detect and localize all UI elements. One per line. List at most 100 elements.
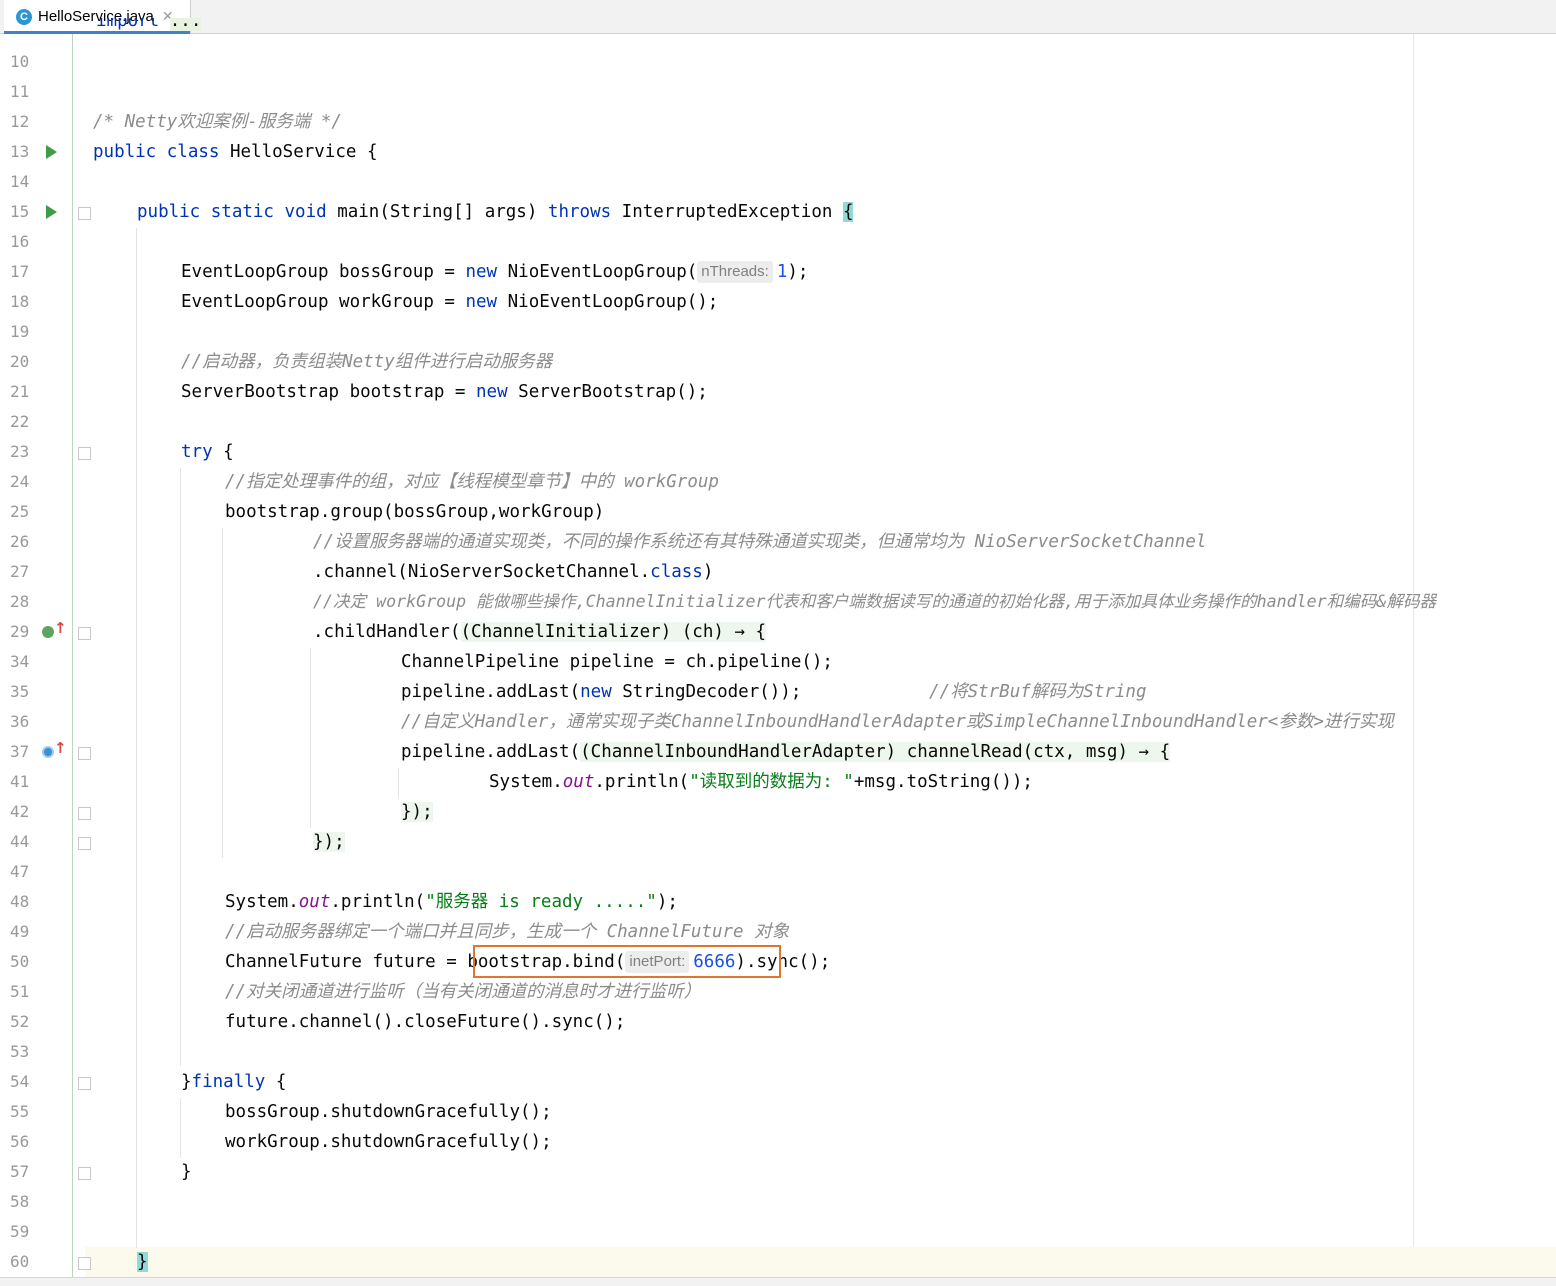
code-line: 41 System.out.println("读取到的数据为: "+msg.to… <box>0 767 1556 797</box>
code-line: 23 try { <box>0 437 1556 467</box>
line-number: 36 <box>10 712 30 731</box>
code-line: 49 //启动服务器绑定一个端口并且同步，生成一个 ChannelFuture … <box>0 917 1556 947</box>
fold-icon[interactable] <box>78 747 91 760</box>
code-line: 10 <box>0 47 1556 77</box>
code-text: }); <box>313 832 345 852</box>
arrow-up-icon[interactable]: ↑ <box>54 739 67 757</box>
line-number: 19 <box>10 322 30 341</box>
code-line: 55 bossGroup.shutdownGracefully(); <box>0 1097 1556 1127</box>
fold-icon[interactable] <box>78 447 91 460</box>
fold-icon[interactable] <box>78 1167 91 1180</box>
line-number: 10 <box>10 52 30 71</box>
code-line: 57 } <box>0 1157 1556 1187</box>
code-comment: //将StrBuf解码为String <box>929 682 1147 702</box>
code-line: 36 //自定义Handler，通常实现子类ChannelInboundHand… <box>0 707 1556 737</box>
code-line: 54 }finally { <box>0 1067 1556 1097</box>
code-line: 25 bootstrap.group(bossGroup,workGroup) <box>0 497 1556 527</box>
code-text: .childHandler((ChannelInitializer) (ch) … <box>313 622 767 642</box>
code-text: } <box>181 1162 192 1182</box>
line-number: 18 <box>10 292 30 311</box>
fold-icon[interactable] <box>78 207 91 220</box>
code-line: 22 <box>0 407 1556 437</box>
code-text: EventLoopGroup bossGroup = new NioEventL… <box>181 261 809 283</box>
line-number: 11 <box>10 82 30 101</box>
code-line: 20 //启动器，负责组装Netty组件进行启动服务器 <box>0 347 1556 377</box>
line-number: 17 <box>10 262 30 281</box>
fold-icon[interactable] <box>78 1257 91 1270</box>
code-line: 14 <box>0 167 1556 197</box>
code-text: future.channel().closeFuture().sync(); <box>225 1012 626 1032</box>
line-number: 51 <box>10 982 30 1001</box>
code-text: workGroup.shutdownGracefully(); <box>225 1132 552 1152</box>
code-line: 17 EventLoopGroup bossGroup = new NioEve… <box>0 257 1556 287</box>
code-comment: //指定处理事件的组，对应【线程模型章节】中的 workGroup <box>225 472 719 492</box>
line-number: 52 <box>10 1012 30 1031</box>
code-line: 35 pipeline.addLast(new StringDecoder())… <box>0 677 1556 707</box>
line-number: 47 <box>10 862 30 881</box>
code-text: ServerBootstrap bootstrap = new ServerBo… <box>181 382 708 402</box>
parameter-hint: nThreads: <box>697 261 773 283</box>
code-text: System.out.println("服务器 is ready .....")… <box>225 892 678 912</box>
line-number: 14 <box>10 172 30 191</box>
code-text: System.out.println("读取到的数据为: "+msg.toStr… <box>489 772 1033 792</box>
line-number: 35 <box>10 682 30 701</box>
code-comment: //设置服务器端的通道实现类，不同的操作系统还有其特殊通道实现类，但通常均为 N… <box>313 532 1207 552</box>
run-icon[interactable] <box>46 145 57 159</box>
fold-icon[interactable] <box>78 1077 91 1090</box>
code-line: 56 workGroup.shutdownGracefully(); <box>0 1127 1556 1157</box>
line-number: 49 <box>10 922 30 941</box>
arrow-up-icon[interactable]: ↑ <box>54 619 67 637</box>
line-number: 20 <box>10 352 30 371</box>
code-line: 51 //对关闭通道进行监听（当有关闭通道的消息时才进行监听） <box>0 977 1556 1007</box>
line-number: 42 <box>10 802 30 821</box>
code-text: try { <box>181 442 234 462</box>
code-line: 60 } <box>0 1247 1556 1277</box>
line-number: 23 <box>10 442 30 461</box>
code-line: 37 ↑ pipeline.addLast((ChannelInboundHan… <box>0 737 1556 767</box>
line-number: 27 <box>10 562 30 581</box>
code-text: public static void main(String[] args) t… <box>137 202 854 222</box>
line-number: 59 <box>10 1222 30 1241</box>
line-number: 26 <box>10 532 30 551</box>
code-text: bootstrap.group(bossGroup,workGroup) <box>225 502 605 522</box>
code-line: 21 ServerBootstrap bootstrap = new Serve… <box>0 377 1556 407</box>
line-number: 34 <box>10 652 30 671</box>
code-line-import: import ... <box>0 18 1556 34</box>
line-number: 44 <box>10 832 30 851</box>
line-number: 54 <box>10 1072 30 1091</box>
code-line: 59 <box>0 1217 1556 1247</box>
line-number: 58 <box>10 1192 30 1211</box>
line-number: 57 <box>10 1162 30 1181</box>
code-text: EventLoopGroup workGroup = new NioEventL… <box>181 292 719 312</box>
line-number: 16 <box>10 232 30 251</box>
fold-icon[interactable] <box>78 627 91 640</box>
code-line: 48 System.out.println("服务器 is ready ....… <box>0 887 1556 917</box>
line-number: 24 <box>10 472 30 491</box>
line-number: 28 <box>10 592 30 611</box>
line-number: 56 <box>10 1132 30 1151</box>
line-number: 53 <box>10 1042 30 1061</box>
line-number: 41 <box>10 772 30 791</box>
line-number: 55 <box>10 1102 30 1121</box>
code-comment: //启动器，负责组装Netty组件进行启动服务器 <box>181 352 553 372</box>
code-comment: //决定 workGroup 能做哪些操作,ChannelInitializer… <box>313 592 1437 611</box>
implement-icon[interactable] <box>42 626 54 638</box>
code-text: }finally { <box>181 1072 287 1092</box>
fold-icon[interactable] <box>78 807 91 820</box>
run-icon[interactable] <box>46 205 57 219</box>
code-line: 28 //决定 workGroup 能做哪些操作,ChannelInitiali… <box>0 587 1556 617</box>
code-line: 47 <box>0 857 1556 887</box>
fold-icon[interactable] <box>78 837 91 850</box>
code-line: 12 /* Netty欢迎案例-服务端 */ <box>0 107 1556 137</box>
code-line: 34 ChannelPipeline pipeline = ch.pipelin… <box>0 647 1556 677</box>
code-line: 53 <box>0 1037 1556 1067</box>
override-icon[interactable] <box>42 746 54 758</box>
code-comment: /* Netty欢迎案例-服务端 */ <box>93 112 342 132</box>
code-text: pipeline.addLast(new StringDecoder()); <box>401 682 802 702</box>
line-number: 13 <box>10 142 30 161</box>
line-number: 25 <box>10 502 30 521</box>
line-number: 21 <box>10 382 30 401</box>
bind-call-highlight-box <box>473 945 781 978</box>
code-text: }); <box>401 802 433 822</box>
code-line: 16 <box>0 227 1556 257</box>
